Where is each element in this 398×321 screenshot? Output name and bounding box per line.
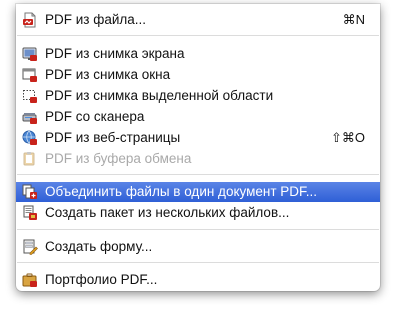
batch-files-icon — [22, 205, 38, 221]
menu-item-pdf-from-scanner[interactable]: PDF со сканера — [16, 107, 380, 127]
menu-item-label: PDF из буфера обмена — [45, 151, 192, 166]
form-icon — [22, 239, 38, 255]
window-capture-icon — [22, 67, 38, 83]
menu-item-pdf-from-window-capture[interactable]: PDF из снимка окна — [16, 65, 380, 85]
separator — [17, 174, 379, 175]
menu-item-pdf-from-file[interactable]: PDF из файла... ⌘N — [16, 10, 380, 30]
menu-item-pdf-portfolio[interactable]: Портфолио PDF... — [16, 270, 380, 290]
menu-item-label: PDF из файла... — [45, 12, 147, 27]
selection-capture-icon — [22, 88, 38, 104]
create-pdf-menu: PDF из файла... ⌘N PDF из снимка экрана … — [16, 4, 380, 291]
menu-item-create-batch[interactable]: Создать пакет из нескольких файлов... — [16, 203, 380, 223]
menu-item-pdf-from-web-page[interactable]: PDF из веб-страницы ⇧⌘O — [16, 128, 380, 148]
separator — [17, 262, 379, 263]
portfolio-icon — [22, 272, 38, 288]
menu-item-label: PDF из веб-страницы — [45, 130, 181, 145]
shortcut-label: ⌘N — [342, 12, 365, 27]
menu-item-combine-files[interactable]: Объединить файлы в один документ PDF... — [16, 182, 380, 202]
menu-item-label: Портфолио PDF... — [45, 272, 158, 287]
scanner-icon — [22, 109, 38, 125]
screen-capture-icon — [22, 46, 38, 62]
shortcut-label: ⇧⌘O — [330, 130, 365, 145]
menu-item-label: PDF со сканера — [45, 109, 145, 124]
menu-item-pdf-from-clipboard: PDF из буфера обмена — [16, 149, 380, 169]
menu-item-create-form[interactable]: Создать форму... — [16, 237, 380, 257]
separator — [17, 229, 379, 230]
menu-item-label: Создать форму... — [45, 239, 153, 254]
combine-files-icon — [22, 184, 38, 200]
menu-item-label: PDF из снимка окна — [45, 67, 171, 82]
menu-item-label: Создать пакет из нескольких файлов... — [45, 205, 290, 220]
menu-item-pdf-from-screen-capture[interactable]: PDF из снимка экрана — [16, 44, 380, 64]
menu-item-pdf-from-selection-capture[interactable]: PDF из снимка выделенной области — [16, 86, 380, 106]
clipboard-icon — [22, 151, 38, 167]
menu-item-label: PDF из снимка выделенной области — [45, 88, 274, 103]
pdf-file-icon — [22, 12, 38, 28]
menu-item-label: Объединить файлы в один документ PDF... — [45, 184, 318, 199]
menu-item-label: PDF из снимка экрана — [45, 46, 185, 61]
web-page-icon — [22, 130, 38, 146]
separator — [17, 35, 379, 36]
